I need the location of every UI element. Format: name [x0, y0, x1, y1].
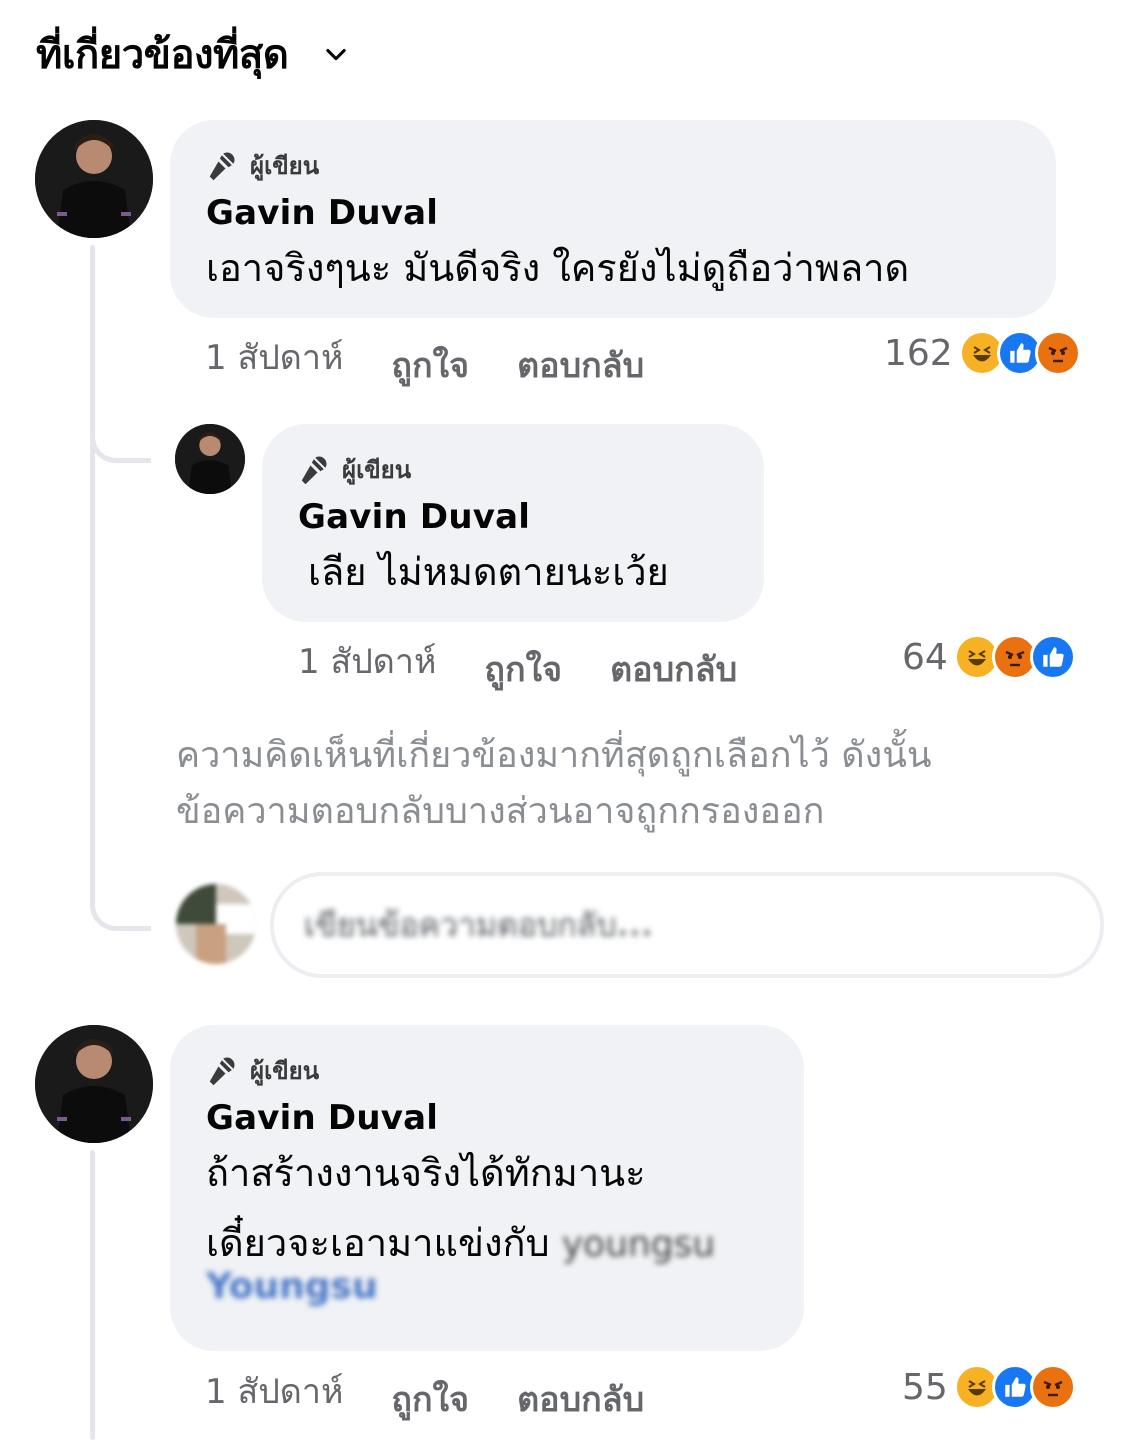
- sort-label: ที่เกี่ยวข้องที่สุด: [36, 32, 289, 78]
- angry-icon: [1034, 330, 1081, 376]
- thread-connector: [90, 860, 151, 931]
- like-button[interactable]: ถูกใจ: [391, 338, 469, 392]
- microphone-icon: [301, 456, 327, 484]
- comment-bubble[interactable]: ผู้เขียน Gavin Duval ถ้าสร้างงานจริงได้ท…: [170, 1025, 804, 1351]
- mention-blurred: youngsu: [561, 1224, 716, 1265]
- author-name[interactable]: Gavin Duval: [206, 1098, 804, 1138]
- reply-placeholder: เขียนข้อความตอบกลับ...: [304, 905, 654, 944]
- like-button[interactable]: ถูกใจ: [391, 1372, 469, 1426]
- badge-label: ผู้เขียน: [250, 1057, 320, 1085]
- notice-line: ข้อความตอบกลับบางส่วนอาจถูกกรองออก: [176, 791, 825, 832]
- reaction-summary[interactable]: 64: [902, 634, 1076, 680]
- comment-text: เลีย ไม่หมดตายนะเว้ย: [308, 550, 669, 594]
- comment-time[interactable]: 1 สัปดาห์: [205, 330, 343, 384]
- comment-time[interactable]: 1 สัปดาห์: [205, 1364, 343, 1418]
- reaction-count: 64: [902, 636, 948, 678]
- reply-button[interactable]: ตอบกลับ: [610, 642, 737, 696]
- reaction-summary[interactable]: 55: [902, 1364, 1076, 1410]
- comment-bubble[interactable]: ผู้เขียน Gavin Duval เลีย ไม่หมดตายนะเว้…: [262, 424, 764, 622]
- comment-meta: 1 สัปดาห์ ถูกใจ ตอบกลับ: [298, 634, 737, 690]
- reply-input[interactable]: เขียนข้อความตอบกลับ...: [270, 872, 1104, 978]
- current-user-avatar: [176, 884, 256, 964]
- comment-meta: 1 สัปดาห์ ถูกใจ ตอบกลับ: [205, 330, 644, 386]
- comment-meta: 1 สัปดาห์ ถูกใจ ตอบกลับ: [205, 1364, 644, 1420]
- reply-button[interactable]: ตอบกลับ: [517, 1372, 644, 1426]
- reaction-count: 55: [902, 1366, 948, 1408]
- reply-button[interactable]: ตอบกลับ: [517, 338, 644, 392]
- author-name[interactable]: Gavin Duval: [298, 497, 764, 537]
- badge-label: ผู้เขียน: [342, 456, 412, 484]
- like-icon: [1029, 634, 1076, 680]
- author-name[interactable]: Gavin Duval: [206, 193, 1056, 233]
- angry-icon: [1029, 1364, 1076, 1410]
- chevron-down-icon: [326, 48, 346, 61]
- comment-bubble[interactable]: ผู้เขียน Gavin Duval เอาจริงๆนะ มันดีจริ…: [170, 120, 1056, 318]
- comment-time[interactable]: 1 สัปดาห์: [298, 634, 436, 688]
- notice-line: ความคิดเห็นที่เกี่ยวข้องมากที่สุดถูกเลือ…: [176, 735, 932, 776]
- comment-text: ถ้าสร้างงานจริงได้ทักมานะ: [206, 1151, 646, 1195]
- author-badge: ผู้เขียน: [206, 146, 1056, 185]
- like-button[interactable]: ถูกใจ: [484, 642, 562, 696]
- comment-text: เดี๋ยวจะเอามาแข่งกับ: [206, 1221, 550, 1265]
- microphone-icon: [209, 152, 235, 180]
- avatar[interactable]: [175, 424, 245, 494]
- comment-text: เอาจริงๆนะ มันดีจริง ใครยังไม่ดูถือว่าพล…: [206, 246, 910, 290]
- avatar[interactable]: [35, 120, 153, 238]
- thread-connector: [90, 400, 151, 463]
- author-badge: ผู้เขียน: [206, 1051, 804, 1090]
- mention-link[interactable]: Youngsu: [206, 1266, 804, 1307]
- reaction-summary[interactable]: 162: [884, 330, 1081, 376]
- avatar[interactable]: [35, 1025, 153, 1143]
- microphone-icon: [209, 1057, 235, 1085]
- thread-line: [90, 1150, 95, 1440]
- thread-line: [90, 455, 95, 875]
- reaction-count: 162: [884, 332, 953, 374]
- author-badge: ผู้เขียน: [298, 450, 764, 489]
- badge-label: ผู้เขียน: [250, 152, 320, 180]
- sort-selector[interactable]: ที่เกี่ยวข้องที่สุด: [36, 22, 350, 86]
- filtered-replies-notice: ความคิดเห็นที่เกี่ยวข้องมากที่สุดถูกเลือ…: [176, 728, 1096, 840]
